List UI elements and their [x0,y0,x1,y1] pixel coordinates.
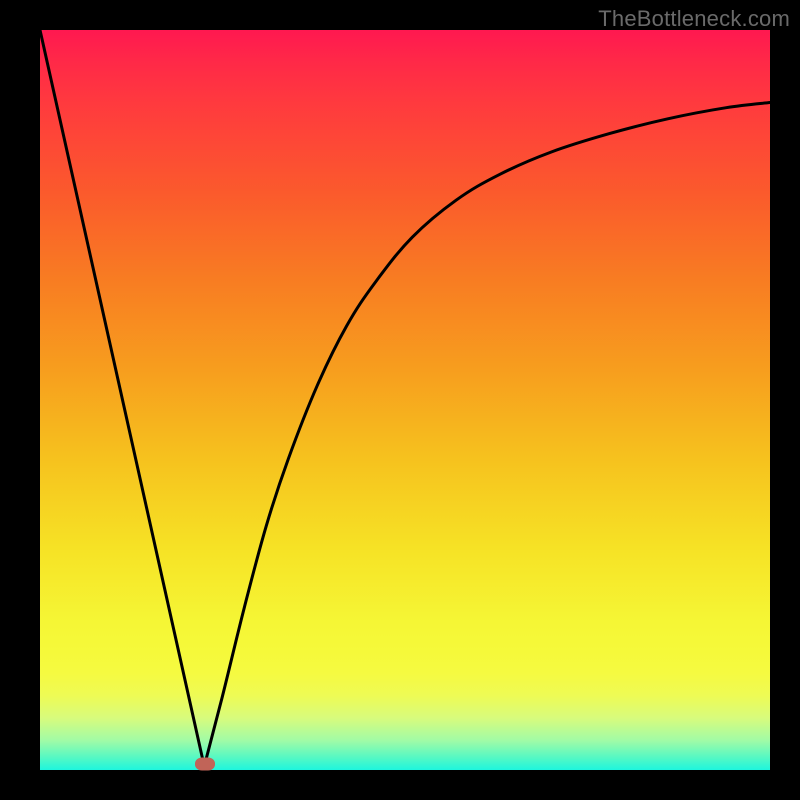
chart-frame: TheBottleneck.com [0,0,800,800]
optimum-marker [195,758,215,771]
curve-left-arm [40,30,204,766]
plot-area [40,30,770,770]
bottleneck-curve [40,30,770,770]
watermark-label: TheBottleneck.com [598,6,790,32]
curve-right-arm [204,103,770,767]
